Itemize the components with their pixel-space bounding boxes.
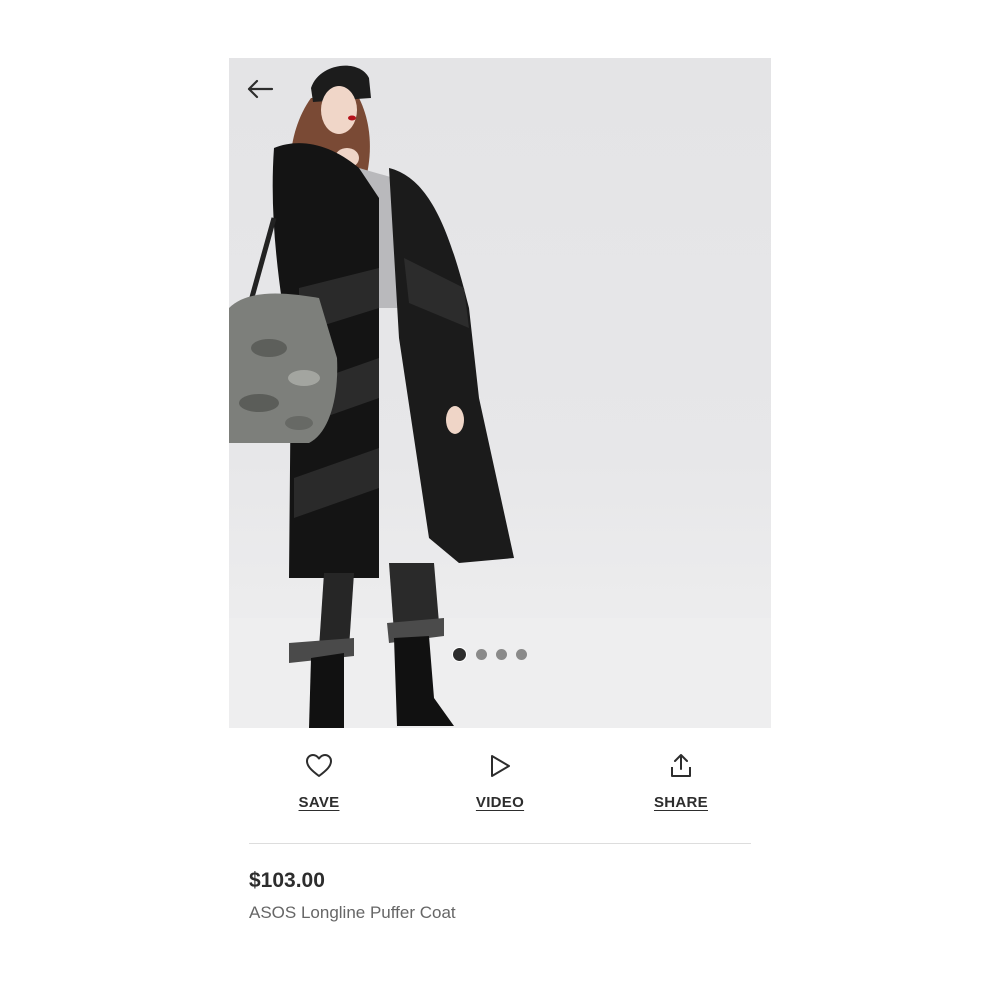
back-button[interactable]: [243, 74, 277, 104]
product-name: ASOS Longline Puffer Coat: [249, 903, 456, 922]
divider: [249, 843, 751, 844]
product-page: SAVE VIDEO SHARE $103.00 ASOS Longline P…: [229, 58, 771, 938]
video-label[interactable]: VIDEO: [476, 794, 524, 811]
carousel-dot-2[interactable]: [476, 649, 487, 660]
product-price: $103.00: [249, 869, 325, 892]
action-bar: SAVE VIDEO SHARE: [229, 748, 771, 820]
share-icon: [668, 748, 694, 784]
heart-icon: [305, 748, 333, 784]
model-photo: [229, 65, 771, 728]
video-button[interactable]: VIDEO: [440, 748, 560, 820]
share-label[interactable]: SHARE: [654, 794, 708, 811]
product-image[interactable]: [229, 58, 771, 728]
share-button[interactable]: SHARE: [621, 748, 741, 820]
carousel-dot-1[interactable]: [452, 647, 467, 662]
play-icon: [487, 748, 513, 784]
back-arrow-icon[interactable]: [246, 79, 274, 99]
carousel-indicator[interactable]: [452, 647, 527, 662]
carousel-dot-4[interactable]: [516, 649, 527, 660]
save-label[interactable]: SAVE: [299, 794, 340, 811]
carousel-dot-3[interactable]: [496, 649, 507, 660]
save-button[interactable]: SAVE: [259, 748, 379, 820]
